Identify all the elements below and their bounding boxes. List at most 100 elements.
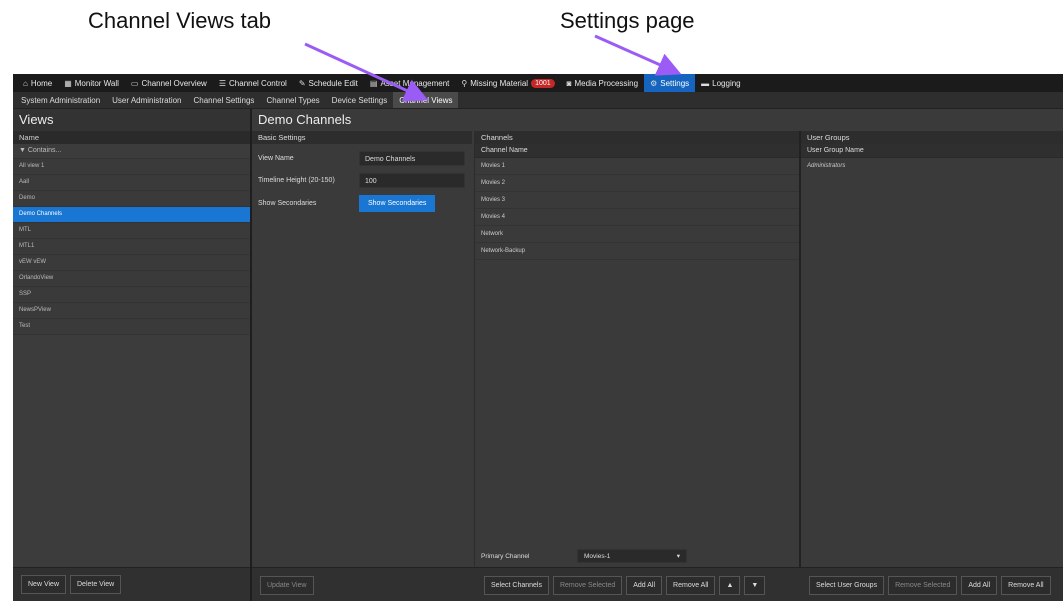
tab-channel-settings[interactable]: Channel Settings bbox=[188, 92, 261, 108]
view-list-item[interactable]: MTL1 bbox=[13, 239, 250, 255]
view-detail-panel: Demo Channels Basic Settings View Name D… bbox=[252, 109, 1063, 601]
channel-row[interactable]: Movies 4 bbox=[475, 209, 800, 226]
nav-asset-management[interactable]: ▤ Asset Management bbox=[364, 74, 456, 92]
nav-logging[interactable]: ▬ Logging bbox=[695, 74, 746, 92]
move-down-button[interactable]: ▼ bbox=[744, 576, 766, 595]
timeline-height-row: Timeline Height (20-150) 100 bbox=[258, 173, 465, 188]
nav-label: Channel Overview bbox=[141, 78, 207, 88]
tab-channel-types[interactable]: Channel Types bbox=[260, 92, 325, 108]
nav-monitor-wall[interactable]: ▦ Monitor Wall bbox=[58, 74, 125, 92]
delete-view-button[interactable]: Delete View bbox=[70, 575, 122, 594]
nav-label: Schedule Edit bbox=[308, 78, 358, 88]
channels-section: Channels Channel Name Movies 1 Movies 2 Mo… bbox=[474, 131, 800, 567]
search-icon: ⚲ bbox=[461, 78, 468, 88]
view-list-item[interactable]: MTL bbox=[13, 223, 250, 239]
views-bottom-bar: New View Delete View bbox=[13, 567, 250, 601]
nav-label: Monitor Wall bbox=[74, 78, 119, 88]
nav-channel-control[interactable]: ☰ Channel Control bbox=[213, 74, 293, 92]
channels-list: Movies 1 Movies 2 Movies 3 Movies 4 Network N… bbox=[475, 158, 800, 260]
primary-channel-row: Primary Channel Movies-1 ▾ bbox=[481, 549, 687, 563]
nav-schedule-edit[interactable]: ✎ Schedule Edit bbox=[293, 74, 364, 92]
basic-settings-section: Basic Settings View Name Demo Channels T… bbox=[252, 131, 472, 567]
callout-channel-views-tab: Channel Views tab bbox=[88, 8, 272, 33]
nav-label: Home bbox=[30, 78, 53, 88]
view-name-input[interactable]: Demo Channels bbox=[359, 151, 465, 166]
channel-row[interactable]: Movies 1 bbox=[475, 158, 800, 175]
select-user-groups-button[interactable]: Select User Groups bbox=[809, 576, 885, 595]
user-groups-list: Administrators bbox=[801, 158, 1063, 174]
update-view-button[interactable]: Update View bbox=[260, 576, 314, 595]
channel-row[interactable]: Network bbox=[475, 226, 800, 243]
nav-channel-overview[interactable]: ▭ Channel Overview bbox=[125, 74, 213, 92]
remove-selected-channels-button[interactable]: Remove Selected bbox=[552, 576, 623, 595]
select-channels-button[interactable]: Select Channels bbox=[484, 576, 549, 595]
view-name-label: View Name bbox=[258, 155, 294, 162]
tab-user-administration[interactable]: User Administration bbox=[106, 92, 187, 108]
monitor-wall-icon: ▦ bbox=[64, 78, 72, 88]
views-column-header[interactable]: Name bbox=[13, 131, 250, 144]
view-list-item[interactable]: NewsPView bbox=[13, 303, 250, 319]
views-title: Views bbox=[13, 109, 250, 131]
views-filter[interactable]: ▼ Contains... bbox=[13, 144, 250, 159]
show-secondaries-button[interactable]: Show Secondaries bbox=[359, 195, 436, 212]
add-all-channels-button[interactable]: Add All bbox=[626, 576, 663, 595]
channel-row[interactable]: Network-Backup bbox=[475, 243, 800, 260]
nav-settings[interactable]: ⚙ Settings bbox=[644, 74, 696, 92]
new-view-button[interactable]: New View bbox=[21, 575, 66, 594]
view-name-row: View Name Demo Channels bbox=[258, 151, 465, 166]
primary-channel-label: Primary Channel bbox=[481, 552, 530, 560]
view-list-item[interactable]: Test bbox=[13, 319, 250, 335]
basic-settings-header: Basic Settings bbox=[252, 131, 472, 144]
show-secondaries-row: Show Secondaries Show Secondaries bbox=[258, 195, 436, 212]
nav-label: Asset Management bbox=[380, 78, 450, 88]
view-list-item[interactable]: OrlandoView bbox=[13, 271, 250, 287]
primary-channel-select[interactable]: Movies-1 ▾ bbox=[577, 549, 687, 563]
missing-material-count-badge: 1001 bbox=[531, 78, 555, 88]
add-all-user-groups-button[interactable]: Add All bbox=[961, 576, 998, 595]
nav-label: Media Processing bbox=[574, 78, 639, 88]
view-list-item[interactable]: SSP bbox=[13, 287, 250, 303]
channel-control-icon: ☰ bbox=[218, 78, 227, 88]
gear-icon: ⚙ bbox=[650, 78, 658, 88]
nav-media-processing[interactable]: ◙ Media Processing bbox=[561, 74, 644, 92]
timeline-height-input[interactable]: 100 bbox=[359, 173, 465, 188]
primary-channel-value: Movies-1 bbox=[584, 553, 611, 560]
view-list-item[interactable]: Aall bbox=[13, 175, 250, 191]
views-panel: Views Name ▼ Contains... All view 1 Aall D… bbox=[13, 109, 252, 601]
app-body: Views Name ▼ Contains... All view 1 Aall D… bbox=[13, 109, 1063, 601]
nav-home[interactable]: ⌂ Home bbox=[17, 74, 58, 92]
remove-selected-user-groups-button[interactable]: Remove Selected bbox=[888, 576, 958, 595]
move-up-button[interactable]: ▲ bbox=[719, 576, 741, 595]
nav-label: Missing Material bbox=[470, 78, 529, 88]
channel-row[interactable]: Movies 3 bbox=[475, 192, 800, 209]
remove-all-user-groups-button[interactable]: Remove All bbox=[1001, 576, 1051, 595]
view-detail-title: Demo Channels bbox=[252, 109, 1063, 131]
tab-channel-views[interactable]: Channel Views bbox=[393, 92, 459, 108]
schedule-edit-icon: ✎ bbox=[298, 78, 306, 88]
nav-label: Channel Control bbox=[229, 78, 287, 88]
view-list-item[interactable]: All view 1 bbox=[13, 159, 250, 175]
tab-system-administration[interactable]: System Administration bbox=[15, 92, 106, 108]
view-detail-bottom-bar: Update View Select Channels Remove Selec… bbox=[252, 567, 1063, 601]
user-group-name-column-header[interactable]: User Group Name bbox=[801, 144, 1063, 158]
view-list-item[interactable]: Demo Channels bbox=[13, 207, 250, 223]
channel-row[interactable]: Movies 2 bbox=[475, 175, 800, 192]
nav-missing-material[interactable]: ⚲ Missing Material 1001 bbox=[455, 74, 560, 92]
channel-overview-icon: ▭ bbox=[130, 78, 139, 88]
chevron-down-icon: ▾ bbox=[676, 553, 680, 560]
views-list: All view 1 Aall Demo Demo Channels MTL MTL1 vE… bbox=[13, 159, 250, 335]
home-icon: ⌂ bbox=[23, 78, 28, 88]
user-groups-header: User Groups bbox=[801, 131, 1063, 144]
remove-all-channels-button[interactable]: Remove All bbox=[666, 576, 716, 595]
view-list-item[interactable]: Demo bbox=[13, 191, 250, 207]
channel-name-column-header[interactable]: Channel Name bbox=[475, 144, 800, 158]
logging-icon: ▬ bbox=[701, 78, 710, 88]
user-groups-section: User Groups User Group Name Administrato… bbox=[799, 131, 1063, 567]
show-secondaries-label: Show Secondaries bbox=[258, 200, 317, 207]
channels-header: Channels bbox=[475, 131, 800, 144]
tab-device-settings[interactable]: Device Settings bbox=[326, 92, 394, 108]
view-list-item[interactable]: vEW vEW bbox=[13, 255, 250, 271]
top-navigation: ⌂ Home ▦ Monitor Wall ▭ Channel Overview ☰ Chan… bbox=[13, 74, 1063, 92]
media-processing-icon: ◙ bbox=[566, 78, 572, 88]
user-group-row[interactable]: Administrators bbox=[801, 158, 1063, 174]
